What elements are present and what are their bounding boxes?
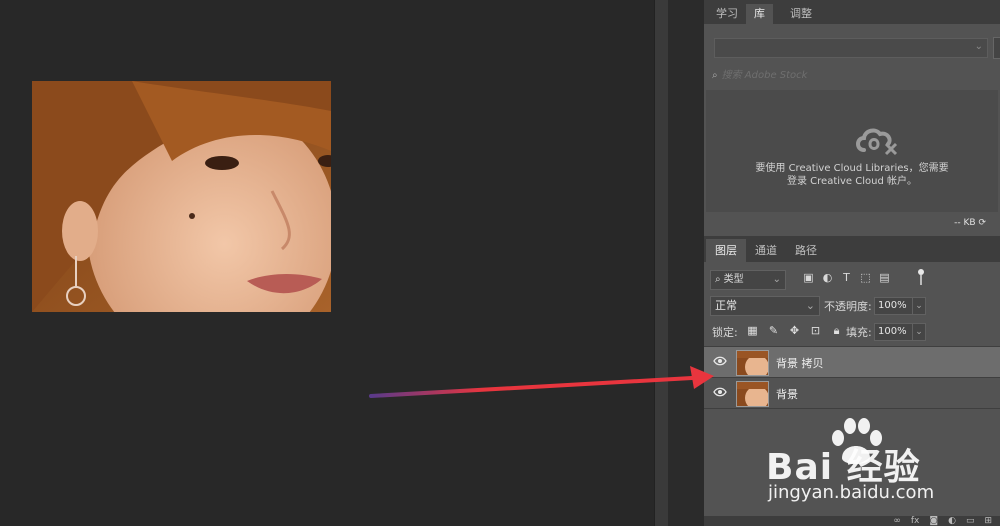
link-layers-icon[interactable]: ∞ (893, 516, 901, 526)
adjustment-layer-icon[interactable]: ◐ (948, 516, 956, 526)
opacity-label: 不透明度: (824, 300, 872, 313)
collapsed-panel-strip (668, 0, 704, 526)
lock-transparency-icon[interactable]: ▦ (746, 324, 759, 337)
chevron-down-icon: ⌄ (974, 41, 983, 52)
layer-thumbnail (736, 350, 769, 376)
filter-toggle-stem (920, 275, 922, 285)
document-canvas[interactable] (0, 0, 654, 526)
shape-layer-filter-icon[interactable]: ⬚ (859, 271, 872, 284)
lock-all-icon[interactable]: 🔒︎ (830, 324, 843, 337)
tab-channels[interactable]: 通道 (746, 239, 786, 262)
library-storage: -- KB ⟳ (954, 218, 986, 228)
layer-row-background-copy[interactable]: 背景 拷贝 (704, 347, 1000, 377)
stock-search[interactable]: ⌕ 搜索 Adobe Stock (712, 66, 807, 81)
chevron-down-icon: ⌄ (772, 274, 781, 285)
pixel-layer-filter-icon[interactable]: ▣ (802, 271, 815, 284)
panel-divider[interactable] (654, 0, 669, 526)
library-content: 要使用 Creative Cloud Libraries，您需要 登录 Crea… (706, 90, 998, 212)
baidu-watermark: Bai 经验 jingyan.baidu.com (766, 418, 986, 510)
tab-learn[interactable]: 学习 (708, 4, 746, 24)
blend-mode-value: 正常 (715, 299, 737, 312)
lock-pixels-icon[interactable]: ✎ (767, 324, 780, 337)
sync-icon: ⟳ (978, 218, 986, 228)
tab-layers[interactable]: 图层 (706, 239, 746, 262)
library-select[interactable]: ⌄ (714, 38, 988, 58)
divider (704, 408, 1000, 409)
lock-position-icon[interactable]: ✥ (788, 324, 801, 337)
tab-paths[interactable]: 路径 (786, 239, 826, 262)
layers-tabbar: 图层 通道 路径 (704, 236, 1000, 262)
adjustment-layer-filter-icon[interactable]: ◐ (821, 271, 834, 284)
opacity-dropdown-icon[interactable]: ⌄ (912, 297, 926, 315)
type-layer-filter-icon[interactable]: T (840, 271, 853, 284)
visibility-eye-icon[interactable] (713, 356, 727, 366)
search-icon: ⌕ (715, 274, 721, 285)
watermark-url: jingyan.baidu.com (768, 482, 935, 503)
add-mask-icon[interactable]: ◙ (929, 516, 938, 526)
lock-icons: ▦ ✎ ✥ ⊡ 🔒︎ (746, 324, 843, 337)
fill-dropdown-icon[interactable]: ⌄ (912, 323, 926, 341)
blend-mode-select[interactable]: 正常 ⌄ (710, 296, 820, 316)
storage-label: -- KB (954, 218, 976, 228)
opacity-input[interactable]: 100% (874, 297, 913, 315)
layer-name: 背景 (776, 388, 798, 401)
library-login-message: 要使用 Creative Cloud Libraries，您需要 登录 Crea… (706, 162, 998, 188)
new-layer-icon[interactable]: ⊞ (984, 516, 992, 526)
search-icon: ⌕ (712, 70, 718, 81)
creative-cloud-offline-icon (854, 124, 900, 159)
layer-filter-select[interactable]: ⌕ 类型 ⌄ (710, 270, 786, 290)
fill-label: 填充: (846, 326, 872, 339)
chevron-down-icon: ⌄ (805, 299, 815, 312)
lock-label: 锁定: (712, 326, 738, 339)
layer-name: 背景 拷贝 (776, 357, 824, 370)
visibility-eye-icon[interactable] (713, 387, 727, 397)
layer-filter-icons: ▣ ◐ T ⬚ ▤ (802, 271, 891, 284)
layer-thumbnail (736, 381, 769, 407)
layer-filter-label: 类型 (723, 274, 744, 285)
fill-input[interactable]: 100% (874, 323, 913, 341)
library-login-message-line1: 要使用 Creative Cloud Libraries，您需要 (755, 163, 949, 174)
tab-library[interactable]: 库 (746, 4, 773, 24)
layers-footer-icons: ∞ fx ◙ ◐ ▭ ⊞ (893, 516, 992, 526)
library-view-button[interactable] (993, 37, 1000, 59)
library-login-message-line2: 登录 Creative Cloud 帐户。 (786, 176, 918, 187)
layer-row-background[interactable]: 背景 (704, 378, 1000, 408)
library-tabbar: 学习 库 调整 (704, 0, 1000, 24)
fx-icon[interactable]: fx (911, 516, 920, 526)
stock-search-placeholder: 搜索 Adobe Stock (721, 70, 808, 81)
portrait-photo (32, 81, 331, 312)
smart-object-filter-icon[interactable]: ▤ (878, 271, 891, 284)
new-group-icon[interactable]: ▭ (966, 516, 975, 526)
lock-artboard-icon[interactable]: ⊡ (809, 324, 822, 337)
tab-adjustments[interactable]: 调整 (782, 4, 820, 24)
